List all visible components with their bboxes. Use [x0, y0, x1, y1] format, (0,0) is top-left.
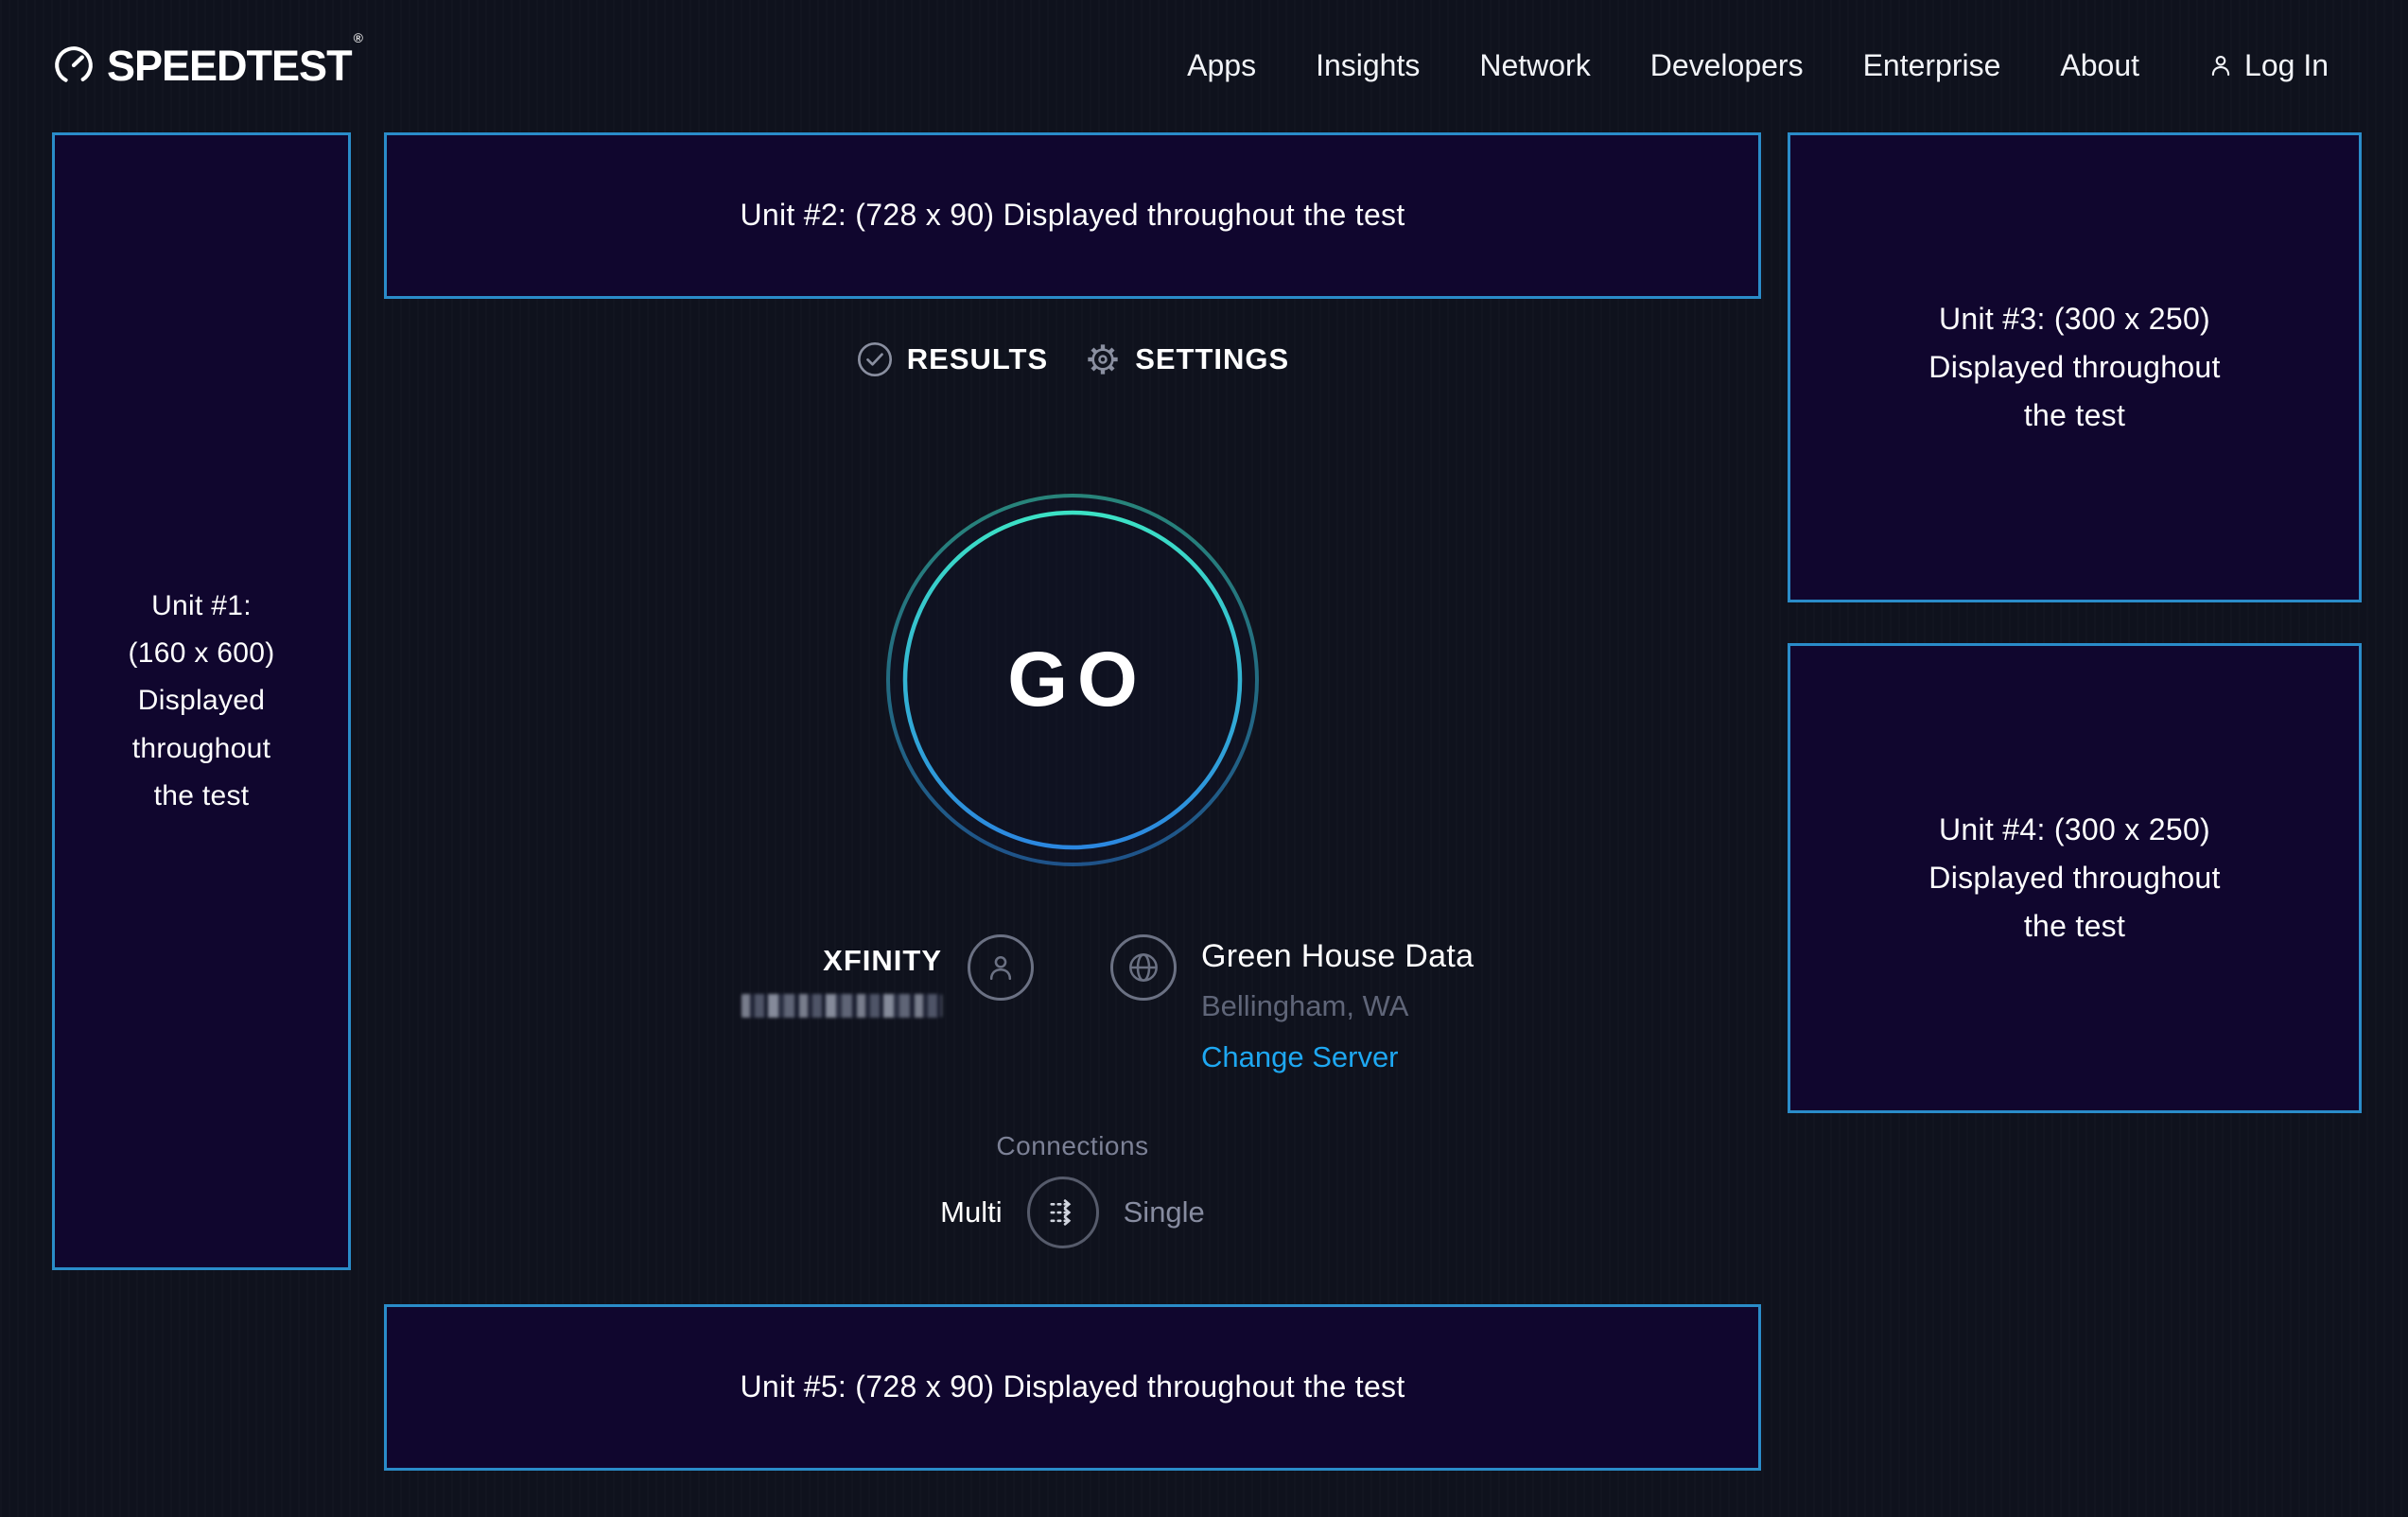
change-server-link[interactable]: Change Server — [1201, 1040, 1399, 1074]
settings-gear-icon — [1084, 340, 1122, 378]
person-icon — [2207, 51, 2235, 79]
server-globe-icon — [1110, 934, 1177, 1001]
nav-item-insights[interactable]: Insights — [1316, 48, 1420, 83]
nav-item-enterprise[interactable]: Enterprise — [1863, 48, 2001, 83]
ad-unit-5-text: Unit #5: (728 x 90) Displayed throughout… — [740, 1363, 1405, 1411]
nav-item-about[interactable]: About — [2060, 48, 2139, 83]
multi-connection-arrows-icon[interactable] — [1027, 1177, 1099, 1248]
go-button-label: GO — [874, 481, 1271, 879]
ip-address-redacted — [742, 994, 942, 1018]
ad-unit-1[interactable]: Unit #1: (160 x 600) Displayed throughou… — [52, 132, 351, 1270]
ad-unit-1-text: Unit #1: (160 x 600) Displayed throughou… — [128, 583, 274, 821]
speedtest-logo[interactable]: SPEEDTEST® — [52, 44, 360, 87]
ad-unit-2[interactable]: Unit #2: (728 x 90) Displayed throughout… — [384, 132, 1761, 299]
ad-unit-5[interactable]: Unit #5: (728 x 90) Displayed throughout… — [384, 1304, 1761, 1471]
connections-single-option[interactable]: Single — [1124, 1195, 1205, 1229]
results-settings-tabs: RESULTS — [384, 340, 1761, 378]
server-name: Green House Data — [1201, 938, 1474, 975]
server-location: Bellingham, WA — [1201, 989, 1408, 1023]
ad-unit-3[interactable]: Unit #3: (300 x 250) Displayed throughou… — [1788, 132, 2362, 602]
ad-unit-4-text: Unit #4: (300 x 250) Displayed throughou… — [1928, 806, 2220, 951]
connections-toggle-row: Multi Single — [384, 1177, 1761, 1248]
trademark-symbol: ® — [354, 30, 362, 45]
login-button[interactable]: Log In — [2207, 48, 2329, 83]
tab-results[interactable]: RESULTS — [856, 340, 1048, 378]
ad-unit-4[interactable]: Unit #4: (300 x 250) Displayed throughou… — [1788, 643, 2362, 1113]
tab-settings-label: SETTINGS — [1135, 342, 1289, 376]
connections-label: Connections — [384, 1131, 1761, 1161]
speedtest-page: SPEEDTEST® Apps Insights Network Develop… — [0, 0, 2408, 1517]
isp-person-icon — [968, 934, 1034, 1001]
ad-unit-2-text: Unit #2: (728 x 90) Displayed throughout… — [740, 191, 1405, 239]
nav-item-network[interactable]: Network — [1479, 48, 1590, 83]
nav-item-apps[interactable]: Apps — [1187, 48, 1256, 83]
login-label: Log In — [2244, 48, 2329, 83]
tab-results-label: RESULTS — [907, 342, 1048, 376]
check-circle-icon — [856, 340, 894, 378]
connections-multi-option[interactable]: Multi — [940, 1195, 1002, 1229]
nav-item-developers[interactable]: Developers — [1650, 48, 1804, 83]
go-button[interactable]: GO — [874, 481, 1271, 879]
logo-wordmark: SPEEDTEST® — [107, 44, 360, 87]
tab-settings[interactable]: SETTINGS — [1084, 340, 1289, 378]
main-nav: Apps Insights Network Developers Enterpr… — [1187, 48, 2329, 83]
top-nav-bar: SPEEDTEST® Apps Insights Network Develop… — [0, 0, 2408, 131]
speedometer-gauge-icon — [52, 44, 96, 87]
isp-name: XFINITY — [668, 944, 942, 978]
ad-unit-3-text: Unit #3: (300 x 250) Displayed throughou… — [1928, 295, 2220, 441]
